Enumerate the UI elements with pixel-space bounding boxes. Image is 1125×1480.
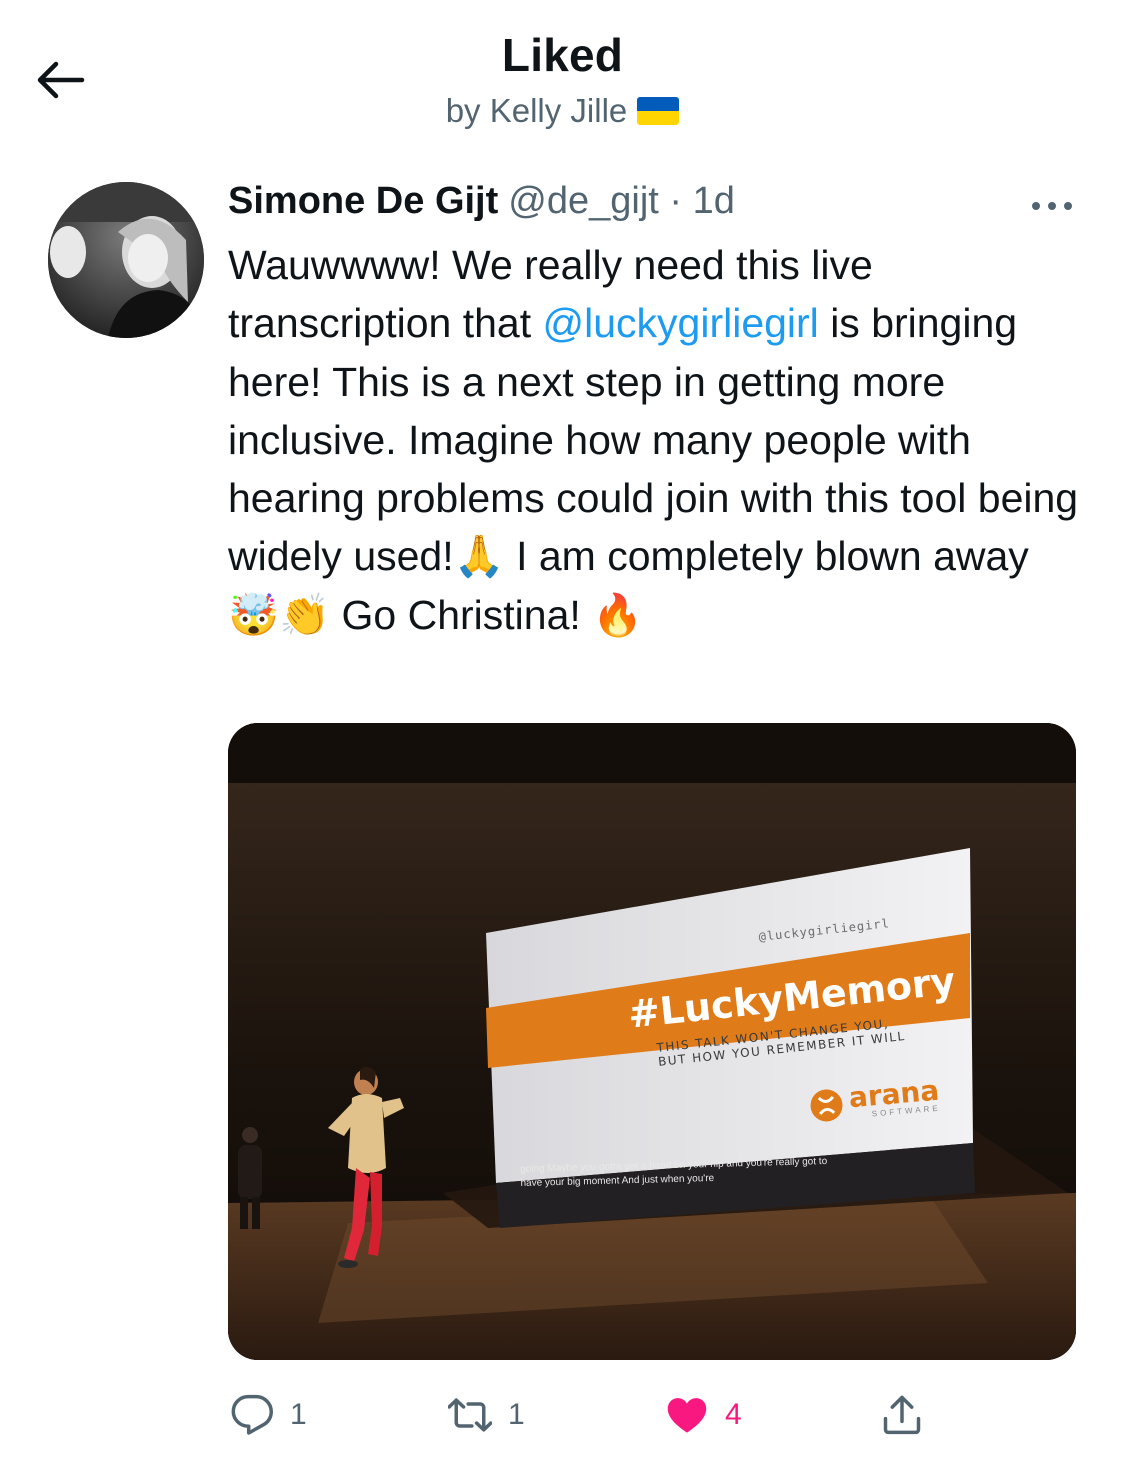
handle-text: @de_gijt (508, 180, 659, 222)
share-icon (883, 1395, 921, 1435)
heart-filled-icon (667, 1398, 707, 1433)
meta-separator: · (669, 180, 683, 222)
mention-link[interactable]: @luckygirliegirl (543, 300, 819, 346)
page-title: Liked (501, 29, 624, 81)
like-count: 4 (725, 1398, 742, 1431)
share-button[interactable] (880, 1380, 924, 1450)
praying-hands-emoji-icon: 🙏 (453, 532, 505, 581)
tweet-text-segment: I am completely blown away (504, 533, 1029, 580)
tweet-media-photo[interactable]: @luckygirliegirl #LuckyMemory THIS TALK … (228, 723, 1076, 1360)
mind-blown-emoji-icon: 🤯 (228, 590, 280, 639)
reply-icon (231, 1394, 273, 1435)
author-name[interactable]: Simone De Gijt (228, 180, 498, 222)
tweet-header: Simone De Gijt @de_gijt · 1d (228, 180, 735, 223)
retweet-count: 1 (508, 1398, 525, 1431)
tweet-actions-bar: 1 1 4 (0, 1380, 1125, 1450)
arana-logo-icon (810, 1088, 843, 1121)
reply-count: 1 (290, 1398, 307, 1431)
reply-button[interactable]: 1 (230, 1380, 307, 1450)
tweet-text-segment: Go Christina! (330, 591, 593, 638)
tweet-text: Wauwwww! We really need this live transc… (228, 236, 1088, 644)
avatar[interactable] (48, 182, 204, 338)
page-header: Liked by Kelly Jille (0, 0, 1125, 150)
ukraine-flag-icon (637, 97, 680, 125)
more-dots-icon (1032, 202, 1072, 210)
avatar-photo (48, 182, 204, 338)
fire-emoji-icon: 🔥 (592, 590, 644, 639)
page-subtitle: by Kelly Jille (0, 92, 1125, 130)
clapping-hands-emoji-icon: 👏 (279, 590, 331, 639)
speaker-figure (328, 1066, 404, 1268)
retweet-icon (448, 1398, 492, 1432)
like-button[interactable]: 4 (665, 1380, 742, 1450)
tweet-timestamp: 1d (692, 180, 735, 222)
author-handle[interactable]: @de_gijt · 1d (508, 180, 735, 222)
subtitle-text: by Kelly Jille (445, 92, 628, 129)
more-options-button[interactable] (1028, 196, 1076, 216)
retweet-button[interactable]: 1 (448, 1380, 525, 1450)
audience-figure (238, 1127, 262, 1229)
